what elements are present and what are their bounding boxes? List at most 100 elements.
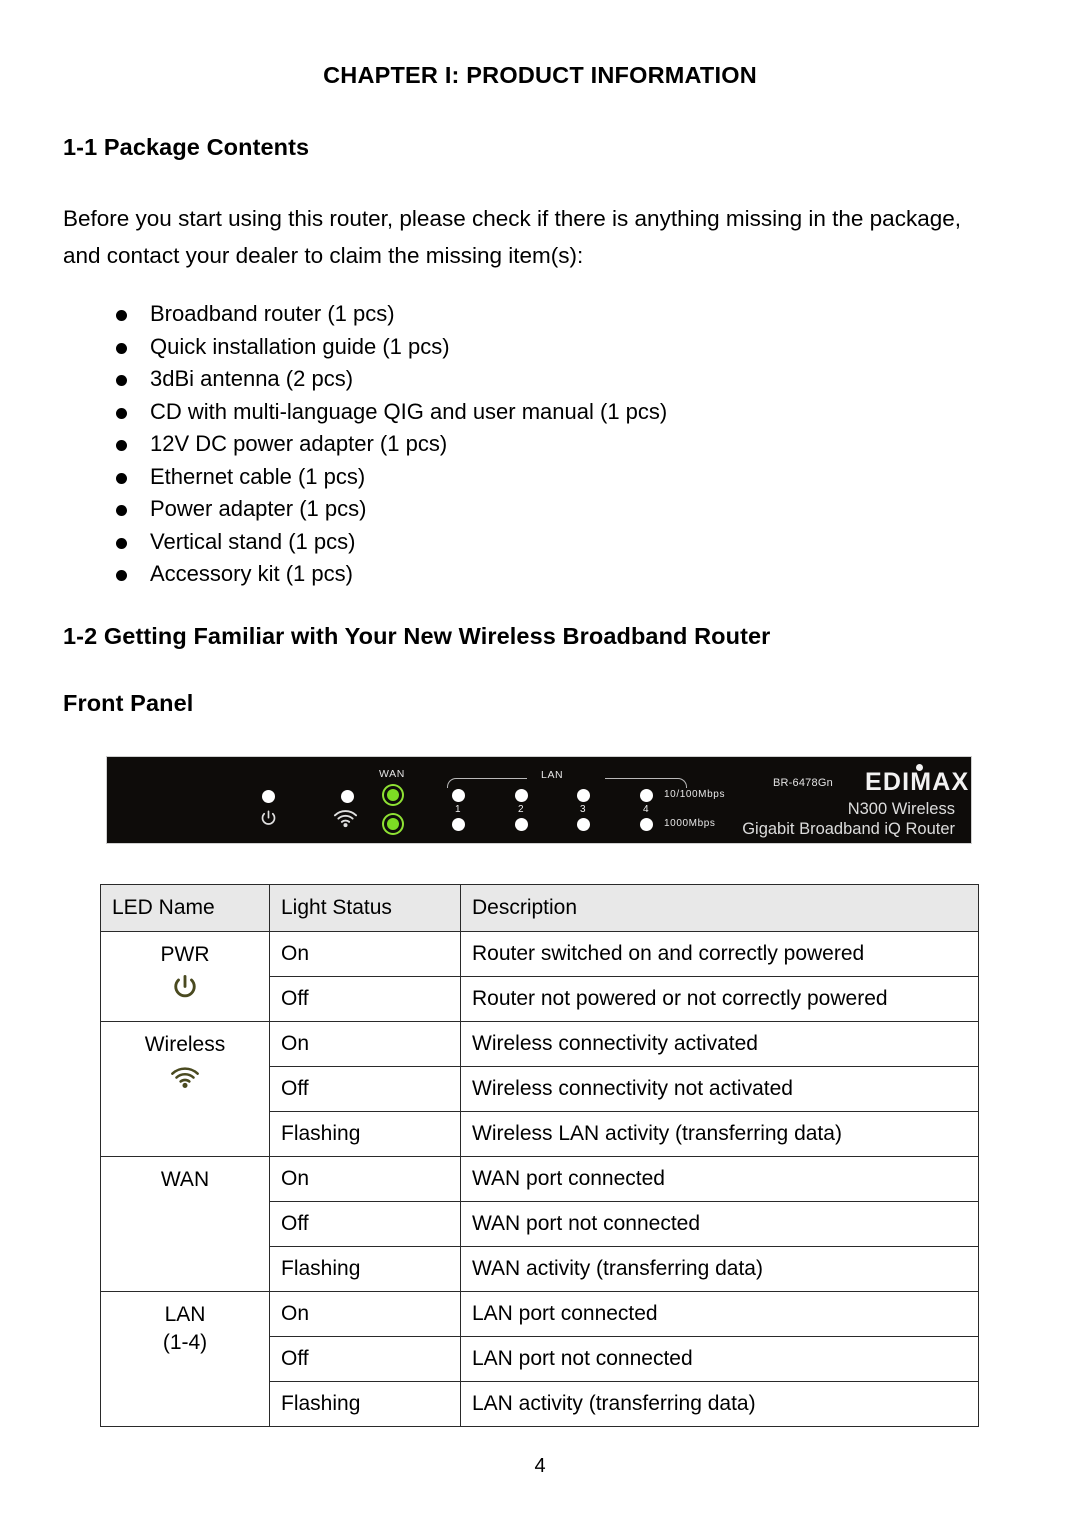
panel-power-led — [262, 790, 275, 803]
panel-brand-line-1: N300 Wireless — [847, 800, 955, 818]
edimax-logo-text: EDIMAX — [865, 768, 970, 796]
panel-lan3-led-bottom — [577, 818, 590, 831]
table-row: LAN (1-4) On LAN port connected — [100, 1291, 979, 1427]
front-panel-graphic: WAN LAN 1 2 3 4 10/100Mbps 1000Mbps BR-6… — [107, 757, 971, 843]
light-status-cell: Off — [269, 1066, 461, 1112]
panel-port-num-3: 3 — [580, 804, 586, 815]
panel-lan2-led-bottom — [515, 818, 528, 831]
description-cell: WAN activity (transferring data) — [460, 1246, 979, 1292]
heading-getting-familiar: 1-2 Getting Familiar with Your New Wirel… — [63, 623, 771, 649]
description-cell: Wireless LAN activity (transferring data… — [460, 1111, 979, 1157]
list-item: 12V DC power adapter (1 pcs) — [63, 428, 963, 461]
panel-lan1-led-bottom — [452, 818, 465, 831]
wifi-icon — [171, 1067, 199, 1088]
panel-power-icon — [261, 810, 276, 825]
list-item: Vertical stand (1 pcs) — [63, 526, 963, 559]
description-cell: Router switched on and correctly powered — [460, 931, 979, 977]
led-status-table: LED Name Light Status Description PWR On R… — [100, 884, 979, 1427]
panel-label-wan: WAN — [379, 768, 405, 780]
description-cell: WAN port connected — [460, 1156, 979, 1202]
description-cell: LAN port connected — [460, 1291, 979, 1337]
light-status-cell: On — [269, 1021, 461, 1067]
panel-label-lan: LAN — [541, 769, 564, 781]
description-cell: LAN activity (transferring data) — [460, 1381, 979, 1427]
panel-label-speed-10-100: 10/100Mbps — [664, 789, 726, 800]
list-item: Accessory kit (1 pcs) — [63, 558, 963, 591]
led-table-header-row: LED Name Light Status Description — [100, 884, 979, 932]
bullet-icon — [116, 440, 127, 451]
list-item: 3dBi antenna (2 pcs) — [63, 363, 963, 396]
description-cell: WAN port not connected — [460, 1201, 979, 1247]
bullet-icon — [116, 505, 127, 516]
document-page: CHAPTER I: PRODUCT INFORMATION 1-1 Packa… — [0, 0, 1080, 1527]
description-cell: Wireless connectivity activated — [460, 1021, 979, 1067]
list-item: Quick installation guide (1 pcs) — [63, 331, 963, 364]
bullet-icon — [116, 472, 127, 484]
light-status-cell: Flashing — [269, 1381, 461, 1427]
panel-lan4-led-top — [640, 789, 653, 802]
panel-lan2-led-top — [515, 789, 528, 802]
edimax-logo: EDIMAX — [865, 764, 970, 797]
package-contents-list: Broadband router (1 pcs) Quick installati… — [63, 298, 963, 591]
panel-model-name: BR-6478Gn — [773, 777, 833, 789]
lan-bracket-gap — [527, 774, 605, 780]
panel-wan-led-top — [387, 789, 399, 801]
light-status-cell: On — [269, 1156, 461, 1202]
page-title: CHAPTER I: PRODUCT INFORMATION — [323, 62, 757, 88]
description-cell: LAN port not connected — [460, 1336, 979, 1382]
light-status-cell: Flashing — [269, 1246, 461, 1292]
led-table-body: PWR On Router switched on and correctly po… — [100, 931, 979, 1427]
bullet-icon — [116, 537, 127, 549]
panel-lan4-led-bottom — [640, 818, 653, 831]
heading-package-contents: 1-1 Package Contents — [63, 134, 310, 160]
power-icon — [174, 974, 196, 998]
led-name-cell: WAN — [100, 1156, 270, 1292]
light-status-cell: Off — [269, 1201, 461, 1247]
led-name-sublabel: (1-4) — [162, 1331, 208, 1354]
list-item-label: Vertical stand (1 pcs) — [150, 528, 356, 554]
page-number: 4 — [534, 1455, 546, 1477]
panel-port-num-1: 1 — [455, 804, 461, 815]
panel-port-num-4: 4 — [643, 804, 649, 815]
list-item-label: 3dBi antenna (2 pcs) — [150, 366, 354, 391]
column-header-light-status: Light Status — [269, 884, 461, 932]
light-status-cell: Off — [269, 976, 461, 1022]
light-status-cell: On — [269, 1291, 461, 1337]
list-item: Broadband router (1 pcs) — [63, 298, 963, 331]
edimax-logo-dot — [916, 764, 923, 771]
bullet-icon — [116, 407, 127, 419]
column-header-description: Description — [460, 884, 979, 932]
package-contents-intro: Before you start using this router, plea… — [63, 206, 961, 268]
led-name-label: WAN — [160, 1168, 210, 1191]
panel-wifi-icon — [333, 810, 358, 828]
description-cell: Wireless connectivity not activated — [460, 1066, 979, 1112]
list-item-label: CD with multi-language QIG and user manu… — [150, 398, 668, 424]
table-row: WAN On WAN port connected — [100, 1156, 979, 1292]
panel-wan-led-bottom — [387, 818, 399, 830]
list-item-label: Power adapter (1 pcs) — [150, 496, 367, 521]
list-item-label: Accessory kit (1 pcs) — [150, 561, 353, 586]
description-cell: Router not powered or not correctly powe… — [460, 976, 979, 1022]
list-item-label: Ethernet cable (1 pcs) — [150, 463, 366, 489]
led-name-cell: Wireless — [100, 1021, 270, 1157]
table-row: PWR On Router switched on and correctly po… — [100, 931, 979, 1022]
panel-lan3-led-top — [577, 789, 590, 802]
led-name-label: LAN — [164, 1303, 206, 1326]
panel-brand-line-2: Gigabit Broadband iQ Router — [742, 820, 955, 838]
light-status-cell: Flashing — [269, 1111, 461, 1157]
list-item: CD with multi-language QIG and user manu… — [63, 396, 963, 429]
list-item: Ethernet cable (1 pcs) — [63, 461, 963, 494]
table-row: Wireless On Wireless connectivity activate… — [100, 1021, 979, 1157]
light-status-cell: Off — [269, 1336, 461, 1382]
front-panel-image: WAN LAN 1 2 3 4 10/100Mbps 1000Mbps BR-6… — [106, 756, 972, 844]
heading-front-panel: Front Panel — [63, 690, 194, 716]
light-status-cell: On — [269, 931, 461, 977]
panel-label-speed-1000: 1000Mbps — [664, 818, 716, 829]
list-item: Power adapter (1 pcs) — [63, 493, 963, 526]
led-name-label: PWR — [160, 943, 210, 966]
bullet-icon — [116, 310, 127, 321]
led-table-head: LED Name Light Status Description — [100, 884, 979, 932]
bullet-icon — [116, 375, 127, 386]
panel-port-num-2: 2 — [518, 804, 524, 815]
panel-wireless-led — [341, 790, 354, 803]
